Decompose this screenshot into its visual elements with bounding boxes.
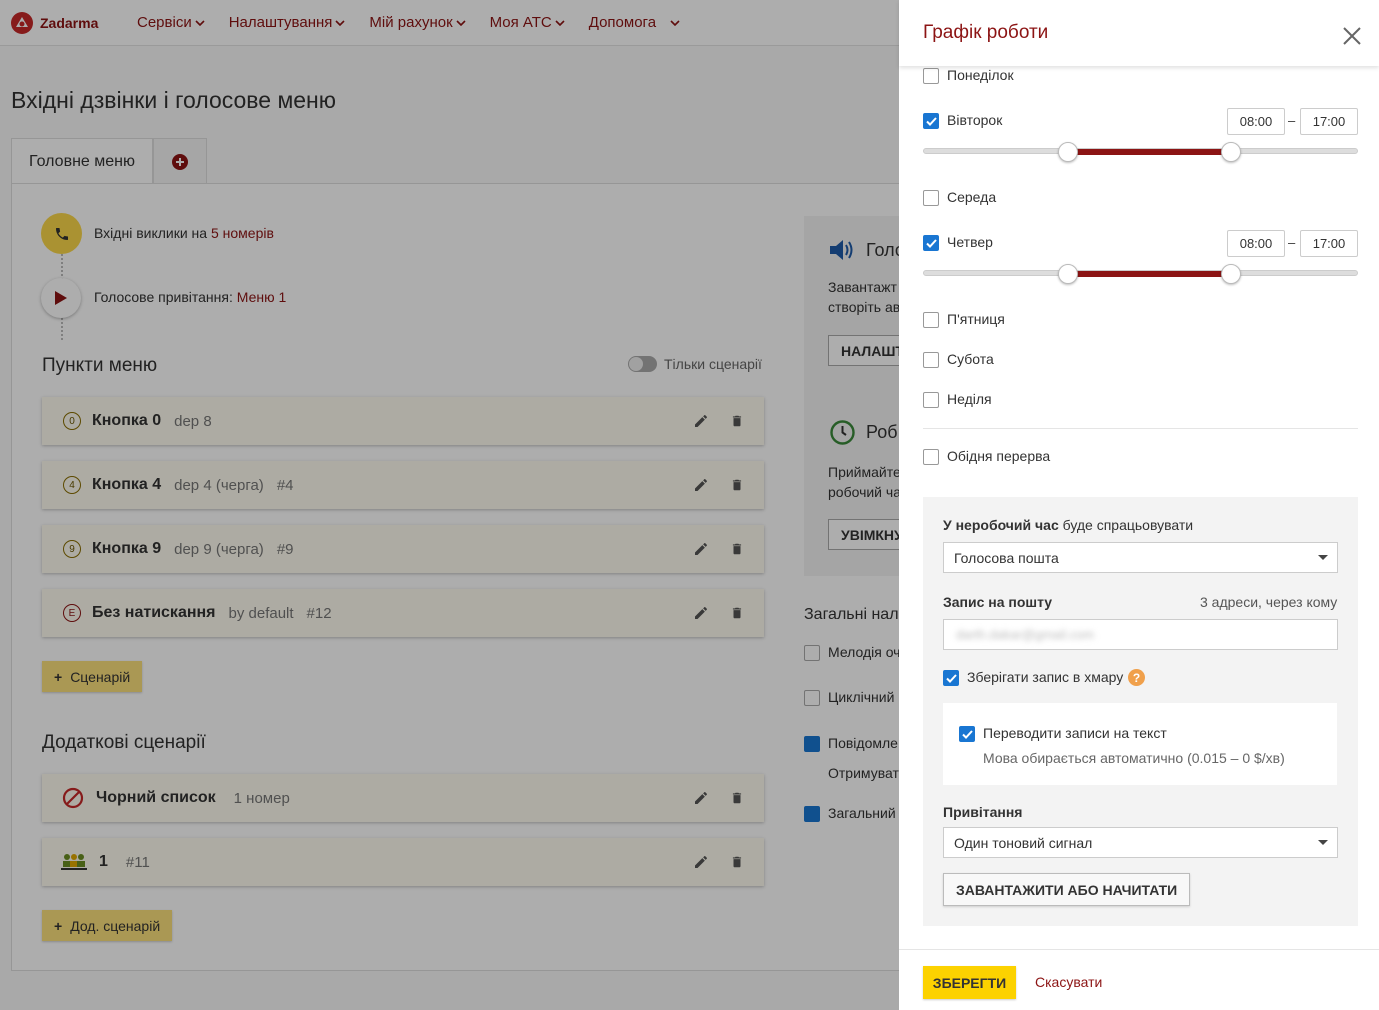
saturday-label: Субота xyxy=(947,351,994,367)
email-input[interactable]: darth.dakar@gmail.com xyxy=(943,619,1338,650)
tuesday-start-time[interactable]: 08:00 xyxy=(1227,108,1285,135)
check-icon xyxy=(945,673,957,683)
tuesday-checkbox[interactable] xyxy=(923,113,939,129)
off-hours-rest: буде спрацьовувати xyxy=(1062,517,1194,533)
sunday-label: Неділя xyxy=(947,391,992,407)
tuesday-label: Вівторок xyxy=(947,112,1003,128)
monday-label: Понеділок xyxy=(947,67,1014,83)
email-hint: 3 адреси, через кому xyxy=(1200,594,1338,610)
thursday-slider-range xyxy=(1069,271,1233,277)
close-icon[interactable] xyxy=(1342,26,1362,46)
tuesday-time-slider[interactable] xyxy=(923,148,1358,155)
wednesday-checkbox[interactable] xyxy=(923,190,939,206)
check-icon xyxy=(925,238,937,248)
thursday-label: Четвер xyxy=(947,234,993,250)
divider xyxy=(923,428,1358,429)
thursday-start-time[interactable]: 08:00 xyxy=(1227,230,1285,257)
friday-checkbox[interactable] xyxy=(923,312,939,328)
email-record-label: Запис на пошту xyxy=(943,594,1053,610)
off-hours-select[interactable]: Голосова пошта xyxy=(943,542,1338,573)
time-separator: – xyxy=(1288,113,1296,128)
transcribe-checkbox[interactable] xyxy=(959,726,975,742)
cloud-save-checkbox[interactable] xyxy=(943,670,959,686)
sunday-checkbox[interactable] xyxy=(923,392,939,408)
drawer-header: Графік роботи xyxy=(899,0,1379,66)
transcribe-label: Переводити записи на текст xyxy=(983,725,1167,741)
off-hours-label: У неробочий час буде спрацьовувати xyxy=(943,517,1193,533)
check-icon xyxy=(925,116,937,126)
caret-down-icon xyxy=(1318,840,1328,845)
wednesday-label: Середа xyxy=(947,189,997,205)
tuesday-slider-range xyxy=(1069,149,1233,155)
help-icon[interactable]: ? xyxy=(1128,669,1145,686)
thursday-end-time[interactable]: 17:00 xyxy=(1300,230,1358,257)
lunch-break-checkbox[interactable] xyxy=(923,449,939,465)
upload-or-record-button[interactable]: ЗАВАНТАЖИТИ АБО НАЧИТАТИ xyxy=(943,873,1191,906)
check-icon xyxy=(961,729,973,739)
greeting-select[interactable]: Один тоновий сигнал xyxy=(943,827,1338,858)
tuesday-start-handle[interactable] xyxy=(1058,142,1078,162)
lunch-break-label: Обідня перерва xyxy=(947,448,1051,464)
monday-checkbox[interactable] xyxy=(923,68,939,84)
work-schedule-drawer: Графік роботи Понеділок Вівторок 08:00 –… xyxy=(899,0,1379,1010)
tuesday-end-time[interactable]: 17:00 xyxy=(1300,108,1358,135)
greeting-value: Один тоновий сигнал xyxy=(954,834,1093,851)
tuesday-end-handle[interactable] xyxy=(1221,142,1242,162)
email-value: darth.dakar@gmail.com xyxy=(956,627,1095,642)
drawer-title: Графік роботи xyxy=(923,22,1049,43)
transcribe-hint: Мова обирається автоматично (0.015 – 0 $… xyxy=(983,750,1285,766)
saturday-checkbox[interactable] xyxy=(923,352,939,368)
thursday-checkbox[interactable] xyxy=(923,235,939,251)
transcribe-section xyxy=(943,703,1337,785)
caret-down-icon xyxy=(1318,555,1328,560)
cloud-save-label: Зберігати запис в хмару xyxy=(967,669,1124,685)
off-hours-bold: У неробочий час xyxy=(943,517,1059,533)
time-separator: – xyxy=(1288,235,1296,250)
thursday-end-handle[interactable] xyxy=(1221,264,1242,284)
cancel-button[interactable]: Скасувати xyxy=(1035,974,1102,990)
footer-divider xyxy=(899,949,1379,950)
modal-overlay[interactable] xyxy=(0,0,899,1010)
greeting-label: Привітання xyxy=(943,804,1023,820)
save-button[interactable]: ЗБЕРЕГТИ xyxy=(923,966,1016,999)
thursday-start-handle[interactable] xyxy=(1058,264,1078,284)
off-hours-value: Голосова пошта xyxy=(954,549,1059,566)
thursday-time-slider[interactable] xyxy=(923,270,1358,277)
friday-label: П'ятниця xyxy=(947,311,1005,327)
